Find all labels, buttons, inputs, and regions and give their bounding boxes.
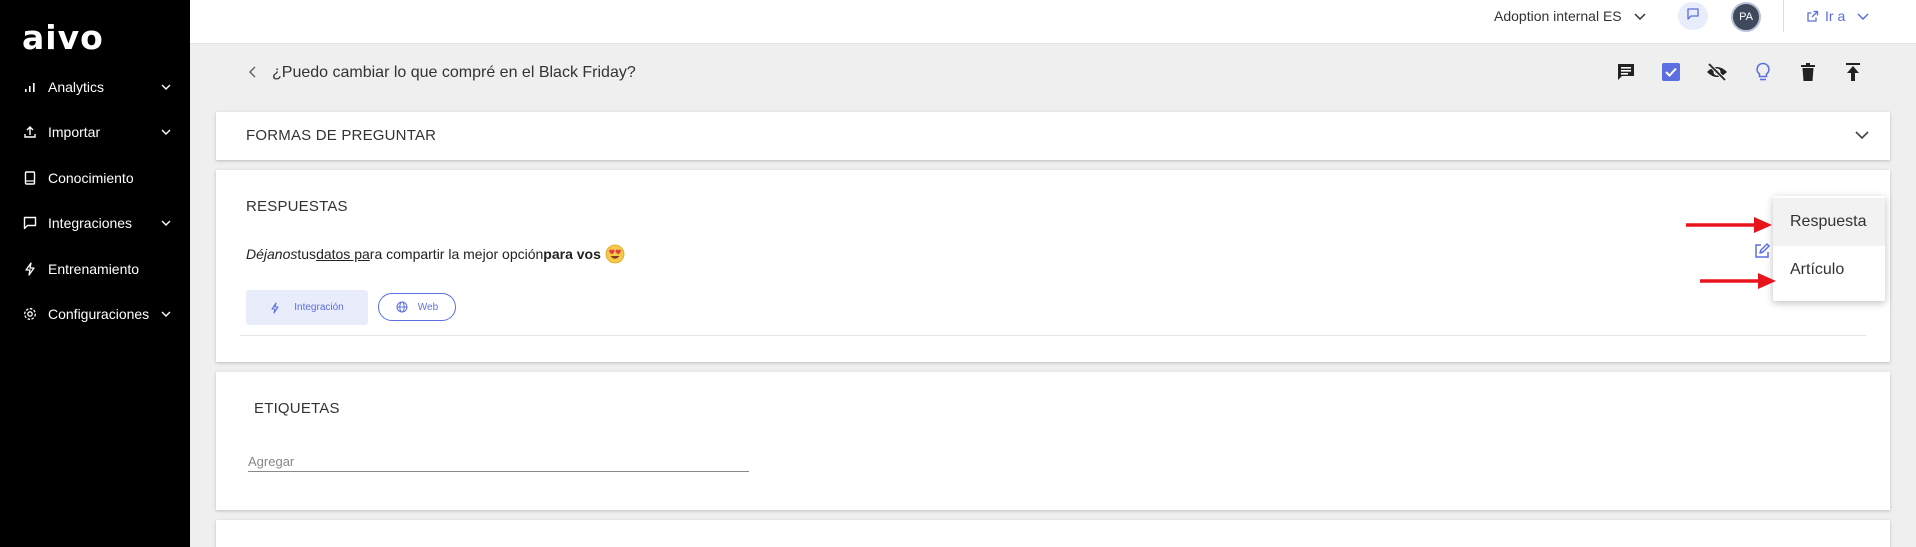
sidebar-item-label: Importar xyxy=(48,124,101,140)
response-text-italic: Déjanos xyxy=(246,246,298,262)
sidebar-item-configuraciones[interactable]: Configuraciones xyxy=(0,294,190,334)
top-bar xyxy=(190,0,1916,44)
formas-title: FORMAS DE PREGUNTAR xyxy=(246,127,437,144)
delete-button[interactable] xyxy=(1794,60,1822,88)
sidebar-item-analytics[interactable]: Analytics xyxy=(0,67,190,107)
question-title: ¿Puedo cambiar lo que compré en el Black… xyxy=(272,64,636,81)
comment-button[interactable] xyxy=(1612,60,1640,88)
menu-item-articulo[interactable]: Artículo xyxy=(1773,246,1885,294)
chevron-down-icon xyxy=(158,84,174,90)
globe-icon xyxy=(396,301,408,313)
book-icon xyxy=(22,170,38,186)
response-text-plain: tus xyxy=(297,246,317,262)
sidebar: aivo Analytics Importar Conocimiento Int… xyxy=(0,0,190,547)
bar-chart-icon xyxy=(22,79,38,95)
menu-item-respuesta[interactable]: Respuesta xyxy=(1773,198,1885,246)
chat-icon xyxy=(1686,7,1700,26)
tags-input[interactable] xyxy=(248,444,749,472)
chevron-down-icon xyxy=(158,220,174,226)
chevron-down-icon[interactable] xyxy=(1855,131,1869,139)
heart-eyes-emoji-icon xyxy=(605,244,625,264)
response-text-plain: ra compartir la mejor opción xyxy=(369,246,544,262)
integration-chip-label: Integración xyxy=(294,302,344,313)
goto-label: Ir a xyxy=(1825,8,1846,24)
chat-button[interactable] xyxy=(1678,2,1708,30)
respuestas-title: RESPUESTAS xyxy=(246,198,348,215)
etiquetas-card: ETIQUETAS xyxy=(216,372,1890,510)
annotation-arrow-icon xyxy=(1686,217,1772,233)
goto-menu[interactable]: Ir a xyxy=(1806,0,1869,32)
web-chip-label: Web xyxy=(417,301,439,313)
etiquetas-title: ETIQUETAS xyxy=(254,400,340,417)
sidebar-item-label: Entrenamiento xyxy=(48,261,140,277)
chevron-down-icon xyxy=(158,129,174,135)
back-button[interactable] xyxy=(244,64,260,84)
divider xyxy=(1783,0,1784,32)
checkbox-checked-icon xyxy=(1661,62,1681,87)
chevron-down-icon xyxy=(1634,12,1646,20)
publish-icon xyxy=(1845,62,1861,87)
check-button[interactable] xyxy=(1657,60,1685,88)
chevron-left-icon xyxy=(248,65,256,83)
lightning-icon xyxy=(22,261,38,277)
publish-button[interactable] xyxy=(1839,60,1867,88)
response-text: Déjanos tus datos pa ra compartir la mejo… xyxy=(246,244,625,264)
respuestas-card: RESPUESTAS Déjanos tus datos pa ra compar… xyxy=(216,170,1890,362)
hint-button[interactable] xyxy=(1749,60,1777,88)
next-card xyxy=(216,520,1890,547)
sidebar-item-integraciones[interactable]: Integraciones xyxy=(0,203,190,243)
comment-icon xyxy=(1616,62,1636,87)
eye-off-icon xyxy=(1706,62,1728,87)
workspace-name: Adoption internal ES xyxy=(1494,8,1622,24)
lightning-icon xyxy=(270,301,280,314)
settings-icon xyxy=(22,306,38,322)
lightbulb-icon xyxy=(1755,62,1771,87)
sidebar-item-label: Analytics xyxy=(48,79,105,95)
workspace-selector[interactable]: Adoption internal ES xyxy=(1494,0,1646,32)
edit-icon xyxy=(1753,242,1771,265)
integration-chip[interactable]: Integración xyxy=(246,290,368,325)
upload-icon xyxy=(22,124,38,140)
annotation-arrow-icon xyxy=(1700,273,1776,289)
trash-icon xyxy=(1800,62,1816,87)
edit-button[interactable] xyxy=(1751,242,1773,264)
visibility-button[interactable] xyxy=(1703,60,1731,88)
sidebar-item-label: Integraciones xyxy=(48,215,133,231)
sidebar-item-importar[interactable]: Importar xyxy=(0,112,190,152)
question-header: ¿Puedo cambiar lo que compré en el Black… xyxy=(216,46,1890,102)
sidebar-item-conocimiento[interactable]: Conocimiento xyxy=(0,158,190,198)
chevron-down-icon xyxy=(158,311,174,317)
sidebar-item-label: Conocimiento xyxy=(48,170,134,186)
external-link-icon xyxy=(1806,10,1819,23)
formas-card[interactable]: FORMAS DE PREGUNTAR xyxy=(216,112,1890,160)
logo: aivo xyxy=(22,18,104,57)
sidebar-item-label: Configuraciones xyxy=(48,306,150,322)
add-content-menu: Respuesta Artículo xyxy=(1773,196,1885,301)
avatar[interactable]: PA xyxy=(1731,2,1761,32)
chevron-down-icon xyxy=(1857,12,1869,20)
divider xyxy=(240,335,1866,336)
response-text-bold: para vos xyxy=(543,246,601,262)
response-text-underlined: datos pa xyxy=(316,246,370,262)
sidebar-item-entrenamiento[interactable]: Entrenamiento xyxy=(0,249,190,289)
web-chip[interactable]: Web xyxy=(378,293,456,321)
message-square-icon xyxy=(22,215,38,231)
